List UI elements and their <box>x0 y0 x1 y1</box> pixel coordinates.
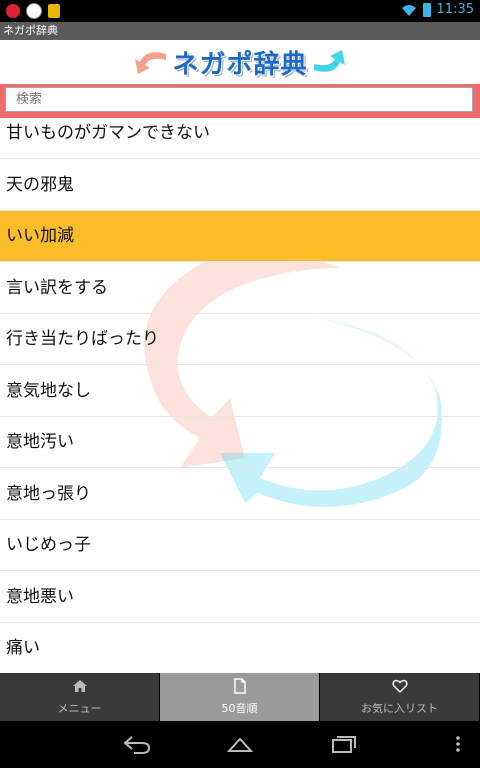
list-item[interactable]: 意気地なし <box>0 366 480 417</box>
lock-icon <box>48 4 60 18</box>
left-arrow-icon <box>135 52 167 74</box>
tab-favorites[interactable]: お気に入リスト <box>320 673 480 721</box>
tab-favorites-label: お気に入リスト <box>361 702 438 715</box>
notification-icon <box>6 4 20 18</box>
list-item[interactable]: 意地悪い <box>0 572 480 623</box>
search-bar <box>0 84 480 118</box>
app-logo: ネガポ辞典 <box>0 40 480 84</box>
app-title: ネガポ辞典 <box>3 24 58 37</box>
list-item[interactable]: 言い訳をする <box>0 263 480 314</box>
heart-icon <box>391 679 408 694</box>
list-item[interactable]: 痛い <box>0 623 480 673</box>
tab-menu-label: メニュー <box>57 702 102 715</box>
battery-percent-icon <box>26 3 42 19</box>
word-list[interactable]: 甘いものがガマンできない 天の邪鬼 いい加減 言い訳をする 行き当たりばったり 意気地なし… <box>0 118 480 673</box>
list-item[interactable]: 天の邪鬼 <box>0 160 480 211</box>
tab-menu[interactable]: メニュー <box>0 673 160 721</box>
recents-icon[interactable] <box>329 733 359 755</box>
search-input[interactable] <box>5 87 473 112</box>
tab-bar: メニュー 50音順 お気に入リスト <box>0 673 480 721</box>
status-bar: 11:35 <box>0 0 480 22</box>
back-icon[interactable] <box>122 733 152 755</box>
app-title-bar: ネガポ辞典 <box>0 22 480 40</box>
list-item[interactable]: 意地っ張り <box>0 469 480 520</box>
logo-text: ネガポ辞典 <box>172 49 308 80</box>
list-item[interactable]: いい加減 <box>0 211 480 262</box>
overflow-menu-icon[interactable] <box>452 733 464 755</box>
list-item[interactable]: 甘いものがガマンできない <box>0 118 480 159</box>
home-icon <box>72 680 87 692</box>
list-item[interactable]: 行き当たりばったり <box>0 314 480 365</box>
system-nav-bar <box>0 721 480 768</box>
list-item[interactable]: 意地汚い <box>0 417 480 468</box>
wifi-icon <box>401 4 416 16</box>
right-arrow-icon <box>313 50 345 72</box>
home-nav-icon[interactable] <box>225 733 255 755</box>
tab-gojuon[interactable]: 50音順 <box>160 673 320 721</box>
clock: 11:35 <box>436 2 474 17</box>
battery-icon <box>422 2 431 17</box>
list-item[interactable]: いじめっ子 <box>0 520 480 571</box>
document-icon <box>233 678 246 694</box>
tab-gojuon-label: 50音順 <box>221 702 258 715</box>
